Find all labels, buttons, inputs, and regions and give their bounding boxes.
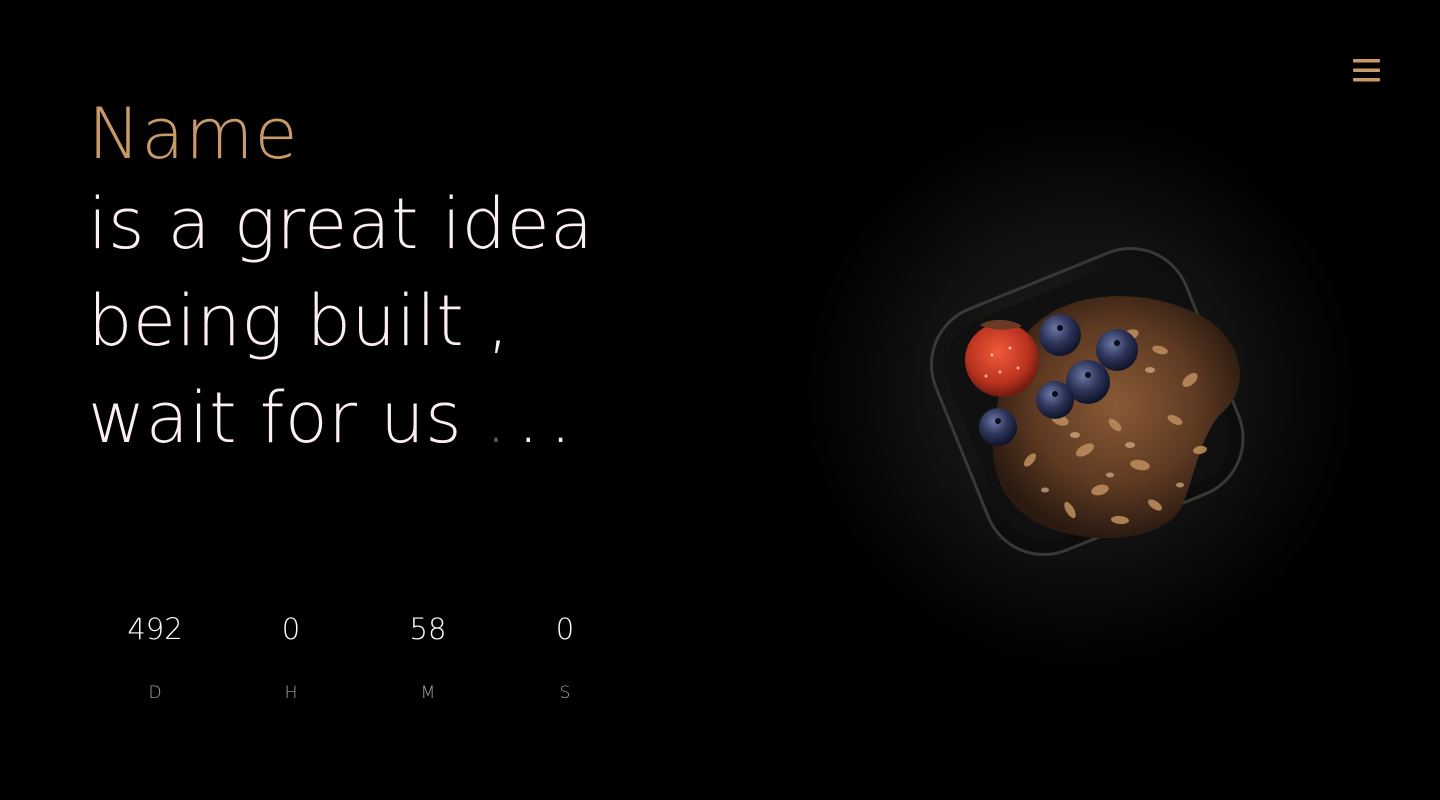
countdown-hours-value: 0 <box>281 612 301 646</box>
countdown-seconds-value: 0 <box>555 612 575 646</box>
countdown-seconds: 0 S <box>502 608 628 704</box>
granola-bowl-image <box>800 120 1360 680</box>
countdown-seconds-label: S <box>559 683 571 703</box>
loading-dot-1: . <box>484 377 518 459</box>
tagline-line-3: wait for us ... <box>88 370 728 467</box>
countdown-minutes-value: 58 <box>409 612 447 646</box>
loading-dot-2: . <box>517 377 550 459</box>
countdown-hours: 0 H <box>228 608 354 704</box>
tagline-line-2: being built , <box>88 280 510 362</box>
tagline-line-1: is a great idea <box>88 183 594 265</box>
countdown-minutes: 58 M <box>365 608 491 704</box>
brand-name: Name <box>88 93 299 175</box>
menu-button[interactable] <box>1352 58 1382 84</box>
countdown-days: 492 D <box>92 608 218 704</box>
countdown-days-value: 492 <box>127 612 183 646</box>
loading-dots: ... <box>485 377 582 459</box>
headline: Name is a great idea being built , wait … <box>88 92 728 467</box>
loading-dot-3: . <box>549 377 582 459</box>
hamburger-menu-icon <box>1353 59 1380 82</box>
countdown-hours-label: H <box>284 683 298 703</box>
countdown-days-label: D <box>148 683 162 703</box>
countdown-minutes-label: M <box>420 683 436 703</box>
granola-bowl-illustration <box>800 120 1360 670</box>
countdown-timer: 492 D 0 H 58 M 0 S <box>92 608 632 728</box>
tagline-line-3-text: wait for us <box>88 377 463 459</box>
